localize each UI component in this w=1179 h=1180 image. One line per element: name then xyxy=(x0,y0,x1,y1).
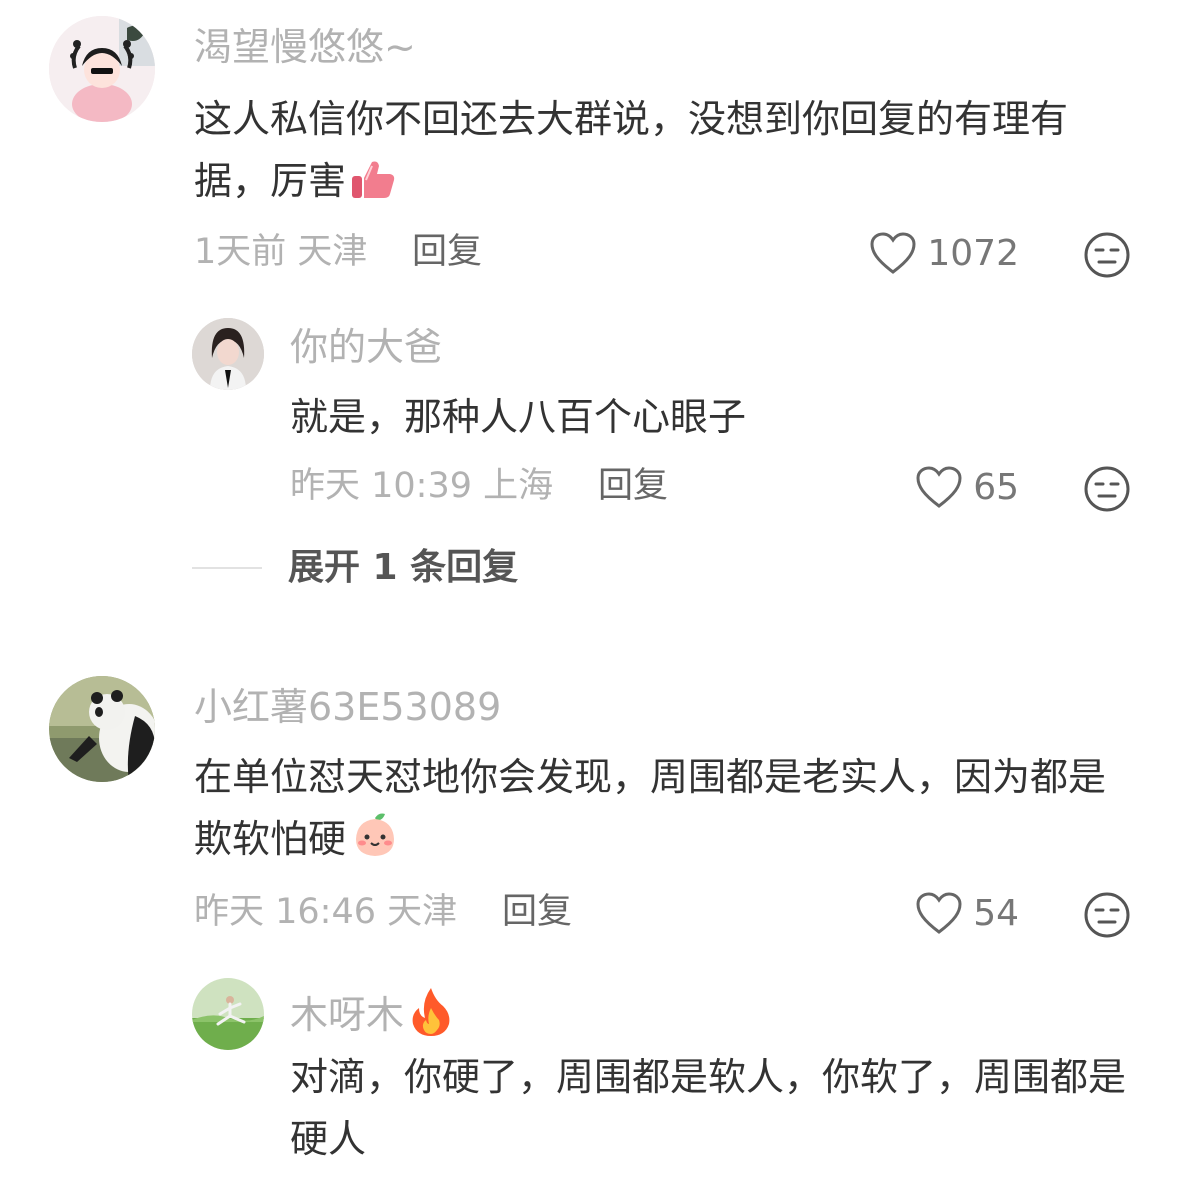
reply-button[interactable]: 回复 xyxy=(502,890,572,934)
comment-text: 在单位怼天怼地你会发现，周围都是老实人，因为都是欺软怕硬 xyxy=(194,746,1124,878)
comment-text-content: 在单位怼天怼地你会发现，周围都是老实人，因为都是欺软怕硬 xyxy=(194,755,1107,861)
dislike-icon[interactable] xyxy=(1083,891,1131,939)
expand-replies-label[interactable]: 展开 1 条回复 xyxy=(288,546,518,590)
reply-location: 上海 xyxy=(483,466,554,506)
like-count: 54 xyxy=(973,893,1019,934)
reply-username[interactable]: 木呀木 xyxy=(290,986,454,1046)
heart-icon xyxy=(869,232,917,276)
reply-button[interactable]: 回复 xyxy=(412,230,482,274)
comment-location: 天津 xyxy=(387,892,458,932)
heart-icon xyxy=(915,466,963,510)
like-button[interactable]: 65 xyxy=(915,466,1019,510)
comment-meta: 1天前 天津 xyxy=(194,230,367,274)
dislike-icon[interactable] xyxy=(1083,465,1131,513)
reply-text: 对滴，你硬了，周围都是软人，你软了，周围都是硬人 xyxy=(290,1055,1127,1161)
like-button[interactable]: 54 xyxy=(915,892,1019,936)
comment-text-content: 这人私信你不回还去大群说，没想到你回复的有理有据，厉害 xyxy=(194,97,1069,203)
reply-username[interactable]: 你的大爸 xyxy=(290,324,442,370)
reply-time: 昨天 10:39 xyxy=(290,466,472,506)
panda-avatar[interactable] xyxy=(49,676,155,782)
comment-location: 天津 xyxy=(297,232,368,272)
thumbs-up-icon xyxy=(350,156,396,220)
like-count: 1072 xyxy=(927,233,1019,274)
reply-text: 就是，那种人八百个心眼子 xyxy=(290,395,747,439)
comment-time: 1天前 xyxy=(194,232,287,272)
expand-divider xyxy=(192,567,262,569)
comment-username[interactable]: 渴望慢悠悠~ xyxy=(194,24,416,70)
comment-username[interactable]: 小红薯63E53089 xyxy=(194,684,501,730)
cartoon-girl-avatar[interactable] xyxy=(49,16,155,122)
fire-icon xyxy=(408,986,454,1046)
peach-face-icon xyxy=(350,810,400,878)
expand-replies[interactable]: 展开 1 条回复 xyxy=(192,546,518,590)
comment-time: 昨天 16:46 xyxy=(194,892,376,932)
like-count: 65 xyxy=(973,467,1019,508)
like-button[interactable]: 1072 xyxy=(869,232,1019,276)
comment-text: 这人私信你不回还去大群说，没想到你回复的有理有据，厉害 xyxy=(194,88,1124,220)
heart-icon xyxy=(915,892,963,936)
dislike-icon[interactable] xyxy=(1083,231,1131,279)
reply-button[interactable]: 回复 xyxy=(598,464,668,508)
girl-photo-avatar[interactable] xyxy=(192,318,264,390)
reply-meta: 昨天 10:39 上海 xyxy=(290,464,553,508)
reply-username-text: 木呀木 xyxy=(290,993,405,1037)
grass-field-avatar[interactable] xyxy=(192,978,264,1050)
comment-meta: 昨天 16:46 天津 xyxy=(194,890,457,934)
